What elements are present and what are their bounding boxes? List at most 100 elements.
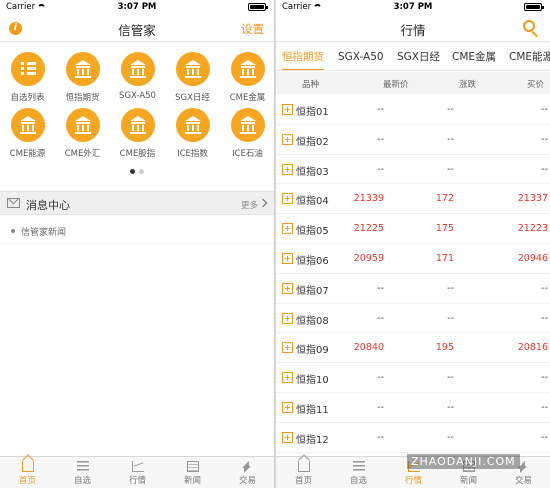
- quote-name: 恒指06: [296, 256, 329, 267]
- page-dot[interactable]: [130, 169, 135, 174]
- quote-change: 175: [435, 223, 454, 235]
- add-watchlist-icon[interactable]: [282, 282, 293, 294]
- category-tab[interactable]: CME能源: [509, 43, 550, 70]
- quote-row[interactable]: 恒指08 -- -- --: [276, 303, 550, 334]
- add-watchlist-icon[interactable]: [282, 312, 293, 324]
- grid-icon-bg: [230, 52, 265, 86]
- grid-item-label: ICE石油: [232, 149, 263, 159]
- bank-icon-col: [141, 125, 144, 131]
- quote-last: --: [377, 402, 384, 413]
- page-dot[interactable]: [139, 169, 144, 174]
- add-watchlist-icon[interactable]: [282, 372, 293, 384]
- more-link[interactable]: 更多: [241, 199, 258, 211]
- tab-chart[interactable]: 行情: [110, 457, 165, 488]
- bank-icon-beam: [20, 122, 35, 124]
- grid-item[interactable]: CME股指: [110, 108, 165, 163]
- grid-item[interactable]: 自选列表: [0, 52, 55, 107]
- add-watchlist-icon[interactable]: [282, 431, 293, 443]
- quote-row[interactable]: 恒指01 -- -- --: [276, 95, 550, 125]
- add-watchlist-icon[interactable]: [282, 402, 293, 413]
- quote-row[interactable]: 恒指10 -- -- --: [276, 363, 550, 393]
- bank-icon: [129, 60, 146, 78]
- quote-name: 恒指01: [296, 107, 329, 118]
- quote-last: --: [377, 431, 384, 443]
- quote-row[interactable]: 恒指04 21339 172 21337: [276, 184, 550, 215]
- status-bar: Carrier 3:07 PM: [0, 0, 274, 14]
- grid-item[interactable]: SGX-A50: [110, 52, 165, 107]
- settings-button[interactable]: 设置: [241, 21, 264, 37]
- list-icon-line: [20, 72, 36, 75]
- battery-level: [526, 5, 540, 9]
- list-icon-line: [20, 67, 36, 70]
- home-screen: Carrier 3:07 PM i 信管家 设置 自选列表 恒指期货 SGX-A50…: [0, 0, 275, 488]
- column-header: 品种 最新价 涨跌 买价: [276, 72, 550, 94]
- mail-icon: [7, 198, 20, 208]
- bank-icon-col: [31, 125, 34, 131]
- add-watchlist-icon[interactable]: [282, 342, 293, 354]
- grid-item-label: CME金属: [229, 93, 266, 103]
- grid-item[interactable]: CME外汇: [55, 108, 110, 163]
- bank-icon-base: [184, 76, 201, 78]
- bank-icon-col: [241, 125, 244, 131]
- tab-label: 交易: [238, 476, 256, 486]
- add-watchlist-icon[interactable]: [282, 104, 293, 115]
- quote-row[interactable]: 恒指06 20959 171 20946: [276, 244, 550, 274]
- category-tab[interactable]: 恒指期货: [282, 43, 324, 70]
- quote-bid: --: [541, 163, 548, 175]
- quote-last: --: [377, 104, 384, 115]
- add-watchlist-icon[interactable]: [282, 193, 293, 205]
- tab-trade[interactable]: 交易: [220, 457, 274, 488]
- grid-icon-bg: [120, 108, 155, 142]
- tab-home[interactable]: 首页: [276, 457, 331, 488]
- tab-list[interactable]: 自选: [331, 457, 386, 488]
- grid-item[interactable]: CME能源: [0, 108, 55, 163]
- col-bid-header: 买价: [527, 80, 545, 90]
- tab-label: 行情: [404, 476, 422, 486]
- quote-row[interactable]: 恒指11 -- -- --: [276, 393, 550, 423]
- category-tab[interactable]: SGX-A50: [338, 43, 384, 70]
- grid-item[interactable]: ICE指数: [165, 108, 220, 163]
- tab-list[interactable]: 自选: [55, 457, 110, 488]
- add-watchlist-icon[interactable]: [282, 223, 293, 235]
- message-center-header[interactable]: 消息中心 更多: [0, 191, 274, 215]
- search-icon[interactable]: [522, 19, 540, 38]
- category-tabs: 恒指期货 SGX-A50 SGX日经 CME金属 CME能源: [276, 43, 550, 71]
- quote-row[interactable]: 恒指03 -- -- --: [276, 154, 550, 185]
- quote-last: 20840: [353, 342, 384, 354]
- grid-icon-bg: [175, 108, 210, 142]
- bank-icon-col: [131, 125, 134, 131]
- bank-icon-col: [76, 125, 79, 131]
- quote-row[interactable]: 恒指12 -- -- --: [276, 422, 550, 453]
- col-last-header: 最新价: [383, 80, 409, 90]
- grid-item[interactable]: CME金属: [220, 52, 274, 107]
- add-watchlist-icon[interactable]: [282, 133, 293, 145]
- quote-row[interactable]: 恒指09 20840 195 20816: [276, 333, 550, 364]
- news-item-label: 信管家新闻: [21, 228, 67, 238]
- grid-item[interactable]: ICE石油: [220, 108, 274, 163]
- bank-icon: [74, 60, 91, 78]
- bank-icon-col: [86, 69, 89, 75]
- add-watchlist-icon[interactable]: [282, 163, 293, 175]
- bank-icon-roof: [184, 116, 201, 121]
- tab-home[interactable]: 首页: [0, 457, 55, 488]
- nav-bar: 行情: [276, 14, 550, 42]
- quote-row[interactable]: 恒指05 21225 175 21223: [276, 214, 550, 244]
- quote-row[interactable]: 恒指07 -- -- --: [276, 273, 550, 304]
- quote-change: --: [447, 312, 454, 324]
- category-tab[interactable]: SGX日经: [397, 43, 440, 70]
- grid-item[interactable]: 恒指期货: [55, 52, 110, 107]
- tab-label: 自选: [73, 476, 91, 486]
- bank-icon: [184, 60, 201, 78]
- tab-label: 自选: [349, 476, 367, 486]
- bank-icon: [129, 116, 146, 134]
- grid-item[interactable]: SGX日经: [165, 52, 220, 107]
- news-list-item[interactable]: 信管家新闻: [0, 222, 274, 244]
- quote-row[interactable]: 恒指02 -- -- --: [276, 124, 550, 155]
- tab-news[interactable]: 新闻: [165, 457, 220, 488]
- grid-item-label: 自选列表: [10, 93, 45, 103]
- tab-label: 交易: [514, 476, 532, 486]
- category-tab[interactable]: CME金属: [452, 43, 496, 70]
- add-watchlist-icon[interactable]: [282, 253, 293, 264]
- tab-label: 首页: [294, 476, 312, 486]
- clock: 3:07 PM: [393, 2, 433, 12]
